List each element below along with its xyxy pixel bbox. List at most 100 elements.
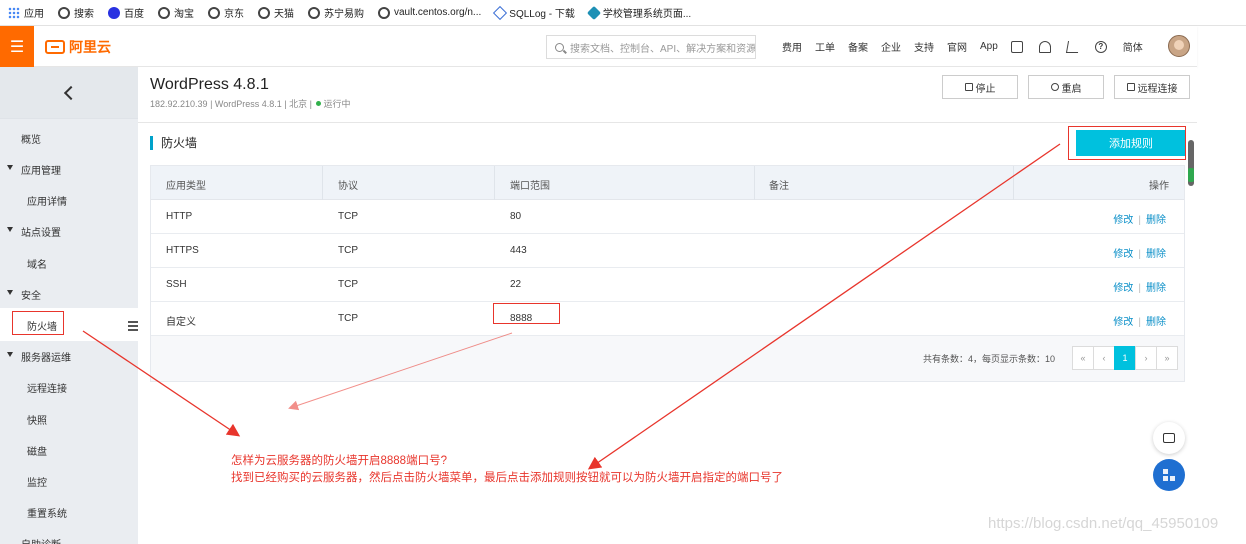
cell-app: SSH bbox=[166, 279, 187, 290]
bookmark-taobao[interactable]: 淘宝 bbox=[158, 5, 194, 20]
nav-link-icp[interactable]: 备案 bbox=[848, 39, 868, 54]
edit-link[interactable]: 修改 bbox=[1113, 317, 1133, 328]
bookmark-search[interactable]: 搜索 bbox=[58, 5, 94, 20]
globe-icon bbox=[378, 6, 390, 19]
status-badge: 运行中 bbox=[323, 99, 351, 109]
sidebar-item-app-detail[interactable]: 应用详情 bbox=[27, 193, 67, 208]
sidebar-item-reset[interactable]: 重置系统 bbox=[27, 505, 67, 520]
bookmark-tmall[interactable]: 天猫 bbox=[258, 5, 294, 20]
logo-mark-icon bbox=[45, 40, 65, 54]
globe-icon bbox=[258, 6, 270, 19]
last-page-button[interactable]: » bbox=[1156, 346, 1178, 370]
globe-icon bbox=[308, 6, 320, 19]
stop-button[interactable]: 停止 bbox=[942, 75, 1018, 99]
delete-link[interactable]: 删除 bbox=[1146, 249, 1166, 260]
sidebar-item-firewall[interactable]: 防火墙 bbox=[27, 318, 57, 333]
sidebar-item-snapshot[interactable]: 快照 bbox=[27, 412, 47, 427]
sidebar-item-remote[interactable]: 远程连接 bbox=[27, 380, 67, 395]
sidebar-item-monitor[interactable]: 监控 bbox=[27, 474, 47, 489]
annotation-explanation: 找到已经购买的云服务器，然后点击防火墙菜单，最后点击添加规则按钮就可以为防火墙开… bbox=[231, 472, 783, 484]
nav-link-website[interactable]: 官网 bbox=[947, 39, 967, 54]
nav-link-enterprise[interactable]: 企业 bbox=[881, 39, 901, 54]
bookmark-apps[interactable]: 应用 bbox=[8, 5, 44, 20]
edit-link[interactable]: 修改 bbox=[1113, 283, 1133, 294]
col-protocol: 协议 bbox=[338, 181, 358, 192]
instance-meta: 182.92.210.39 | WordPress 4.8.1 | 北京 | 运… bbox=[150, 99, 351, 109]
bookmark-school[interactable]: 学校管理系统页面... bbox=[586, 5, 691, 20]
apps-float-button[interactable] bbox=[1153, 459, 1185, 491]
nav-link-billing[interactable]: 费用 bbox=[782, 39, 802, 54]
cell-app: HTTPS bbox=[166, 245, 199, 256]
edit-link[interactable]: 修改 bbox=[1113, 249, 1133, 260]
watermark: https://blog.csdn.net/qq_45950109 bbox=[988, 515, 1219, 532]
col-note: 备注 bbox=[769, 181, 789, 192]
edit-link[interactable]: 修改 bbox=[1113, 215, 1133, 226]
sidebar-item-domain[interactable]: 域名 bbox=[27, 256, 47, 271]
cell-app: HTTP bbox=[166, 211, 193, 222]
scrollbar-marker bbox=[1188, 168, 1194, 182]
bell-icon[interactable] bbox=[1038, 40, 1051, 53]
nav-link-ticket[interactable]: 工单 bbox=[815, 39, 835, 54]
col-actions: 操作 bbox=[1149, 181, 1169, 192]
delete-link[interactable]: 删除 bbox=[1146, 283, 1166, 294]
page-title: WordPress 4.8.1 bbox=[150, 76, 269, 93]
bookmark-sqllog[interactable]: SQLLog - 下载 bbox=[493, 5, 575, 20]
language-switch[interactable]: 简体 bbox=[1123, 39, 1143, 54]
cart-icon[interactable] bbox=[1065, 40, 1080, 53]
back-button[interactable] bbox=[0, 67, 138, 119]
cell-protocol: TCP bbox=[338, 313, 358, 324]
delete-link[interactable]: 删除 bbox=[1146, 317, 1166, 328]
prev-page-button[interactable]: ‹ bbox=[1093, 346, 1115, 370]
sidebar-group-security[interactable]: 安全 bbox=[7, 287, 41, 302]
sidebar-item-diagnose[interactable]: 自助诊断 bbox=[21, 536, 61, 544]
sidebar-group-app-mgmt[interactable]: 应用管理 bbox=[7, 162, 61, 177]
row-actions: 修改 | 删除 bbox=[1113, 249, 1166, 260]
collapse-sidebar-icon[interactable] bbox=[128, 321, 138, 331]
bookmark-vault[interactable]: vault.centos.org/n... bbox=[378, 6, 481, 19]
baidu-icon bbox=[108, 6, 120, 19]
chat-button[interactable] bbox=[1153, 422, 1185, 454]
add-rule-button[interactable]: 添加规则 bbox=[1076, 130, 1186, 156]
sidebar: 概览 应用管理 应用详情 站点设置 域名 安全 防火墙 服务器运维 远程连接 快… bbox=[0, 67, 138, 544]
remote-connect-button[interactable]: 远程连接 bbox=[1114, 75, 1190, 99]
table-header: 应用类型 协议 端口范围 备注 操作 bbox=[151, 166, 1184, 200]
page-1-button[interactable]: 1 bbox=[1114, 346, 1136, 370]
help-icon[interactable]: ? bbox=[1094, 40, 1107, 53]
cell-port: 22 bbox=[510, 279, 522, 290]
sidebar-item-disk[interactable]: 磁盘 bbox=[27, 443, 47, 458]
aliyun-logo[interactable]: 阿里云 bbox=[45, 37, 111, 57]
sidebar-item-overview[interactable]: 概览 bbox=[21, 131, 41, 146]
chevron-left-icon bbox=[63, 85, 79, 100]
avatar[interactable] bbox=[1168, 35, 1190, 57]
stop-icon bbox=[964, 83, 973, 91]
bookmark-baidu[interactable]: 百度 bbox=[108, 5, 144, 20]
grid-icon bbox=[1163, 469, 1175, 481]
nav-link-support[interactable]: 支持 bbox=[914, 39, 934, 54]
bookmark-suning[interactable]: 苏宁易购 bbox=[308, 5, 364, 20]
instance-header: WordPress 4.8.1 182.92.210.39 | WordPres… bbox=[138, 67, 1197, 123]
table-row: HTTP TCP 80 修改 | 删除 bbox=[151, 200, 1184, 234]
first-page-button[interactable]: « bbox=[1072, 346, 1094, 370]
col-divider bbox=[1013, 166, 1014, 200]
apps-icon bbox=[8, 6, 20, 19]
col-divider bbox=[322, 166, 323, 200]
bookmark-jd[interactable]: 京东 bbox=[208, 5, 244, 20]
next-page-button[interactable]: › bbox=[1135, 346, 1157, 370]
sidebar-active-highlight bbox=[0, 308, 138, 341]
search-input[interactable]: 搜索文档、控制台、API、解决方案和资源 bbox=[546, 35, 756, 59]
terminal-icon[interactable] bbox=[1010, 40, 1023, 53]
instance-image: WordPress 4.8.1 bbox=[214, 99, 282, 109]
top-navigation: ☰ 阿里云 搜索文档、控制台、API、解决方案和资源 费用 工单 备案 企业 支… bbox=[0, 26, 1197, 67]
sidebar-group-server-ops[interactable]: 服务器运维 bbox=[7, 349, 71, 364]
nav-link-app[interactable]: App bbox=[980, 41, 998, 52]
cell-port: 443 bbox=[510, 245, 527, 256]
menu-icon[interactable]: ☰ bbox=[0, 26, 34, 67]
col-app-type: 应用类型 bbox=[166, 181, 206, 192]
annotation-question: 怎样为云服务器的防火墙开启8888端口号? bbox=[231, 455, 447, 467]
restart-button[interactable]: 重启 bbox=[1028, 75, 1104, 99]
delete-link[interactable]: 删除 bbox=[1146, 215, 1166, 226]
sqllog-icon bbox=[493, 5, 508, 20]
monitor-icon bbox=[1126, 83, 1135, 91]
search-icon bbox=[555, 42, 564, 52]
sidebar-group-site-settings[interactable]: 站点设置 bbox=[7, 224, 61, 239]
